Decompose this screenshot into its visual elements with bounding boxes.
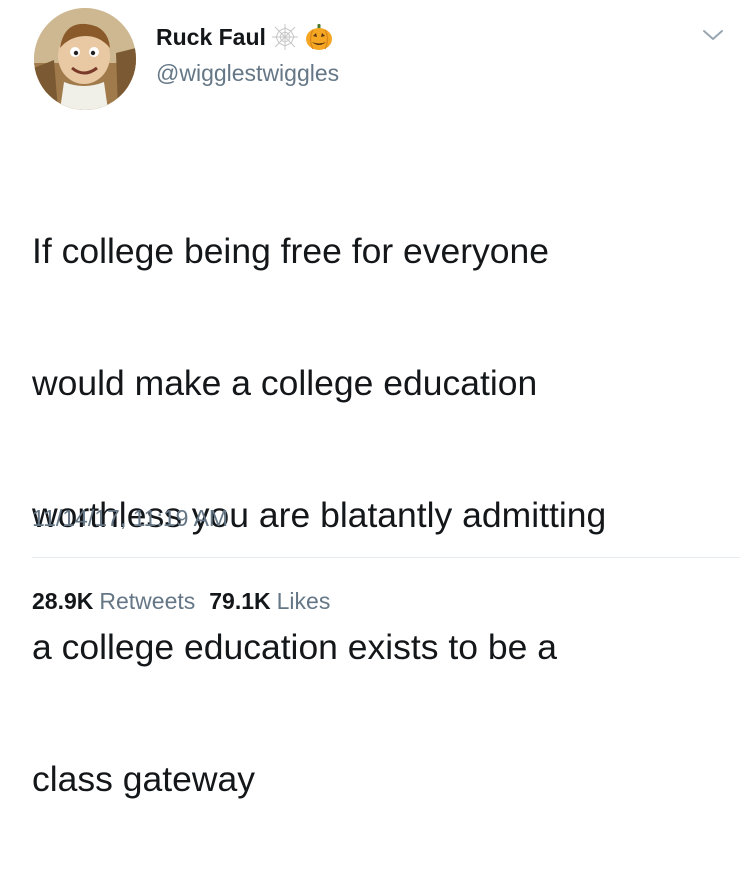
tweet-text-line: would make a college education <box>32 363 538 403</box>
retweets-stat[interactable]: 28.9K Retweets <box>32 588 195 615</box>
tweet-timestamp[interactable]: 11/14/17, 11:19 AM <box>32 505 228 532</box>
tweet-stats: 28.9K Retweets 79.1K Likes <box>32 588 330 615</box>
tweet-card: Ruck Faul @wigglestwiggles If college be… <box>0 0 750 799</box>
tweet-text-line: class gateway <box>32 759 255 799</box>
avatar[interactable] <box>34 8 136 110</box>
user-handle[interactable]: @wigglestwiggles <box>156 60 339 87</box>
chevron-down-icon[interactable] <box>700 26 726 44</box>
likes-count: 79.1K <box>209 588 271 614</box>
retweets-label: Retweets <box>99 588 196 614</box>
display-name[interactable]: Ruck Faul <box>156 24 266 51</box>
name-row: Ruck Faul <box>156 22 334 52</box>
avatar-image <box>34 8 136 110</box>
tweet-text-line: a college education exists to be a <box>32 627 557 667</box>
tweet-text-line: If college being free for everyone <box>32 231 550 271</box>
jack-o-lantern-icon <box>305 24 332 50</box>
spiderweb-icon <box>271 24 298 50</box>
likes-label: Likes <box>276 588 331 614</box>
divider <box>32 557 740 558</box>
retweets-count: 28.9K <box>32 588 94 614</box>
likes-stat[interactable]: 79.1K Likes <box>209 588 330 615</box>
